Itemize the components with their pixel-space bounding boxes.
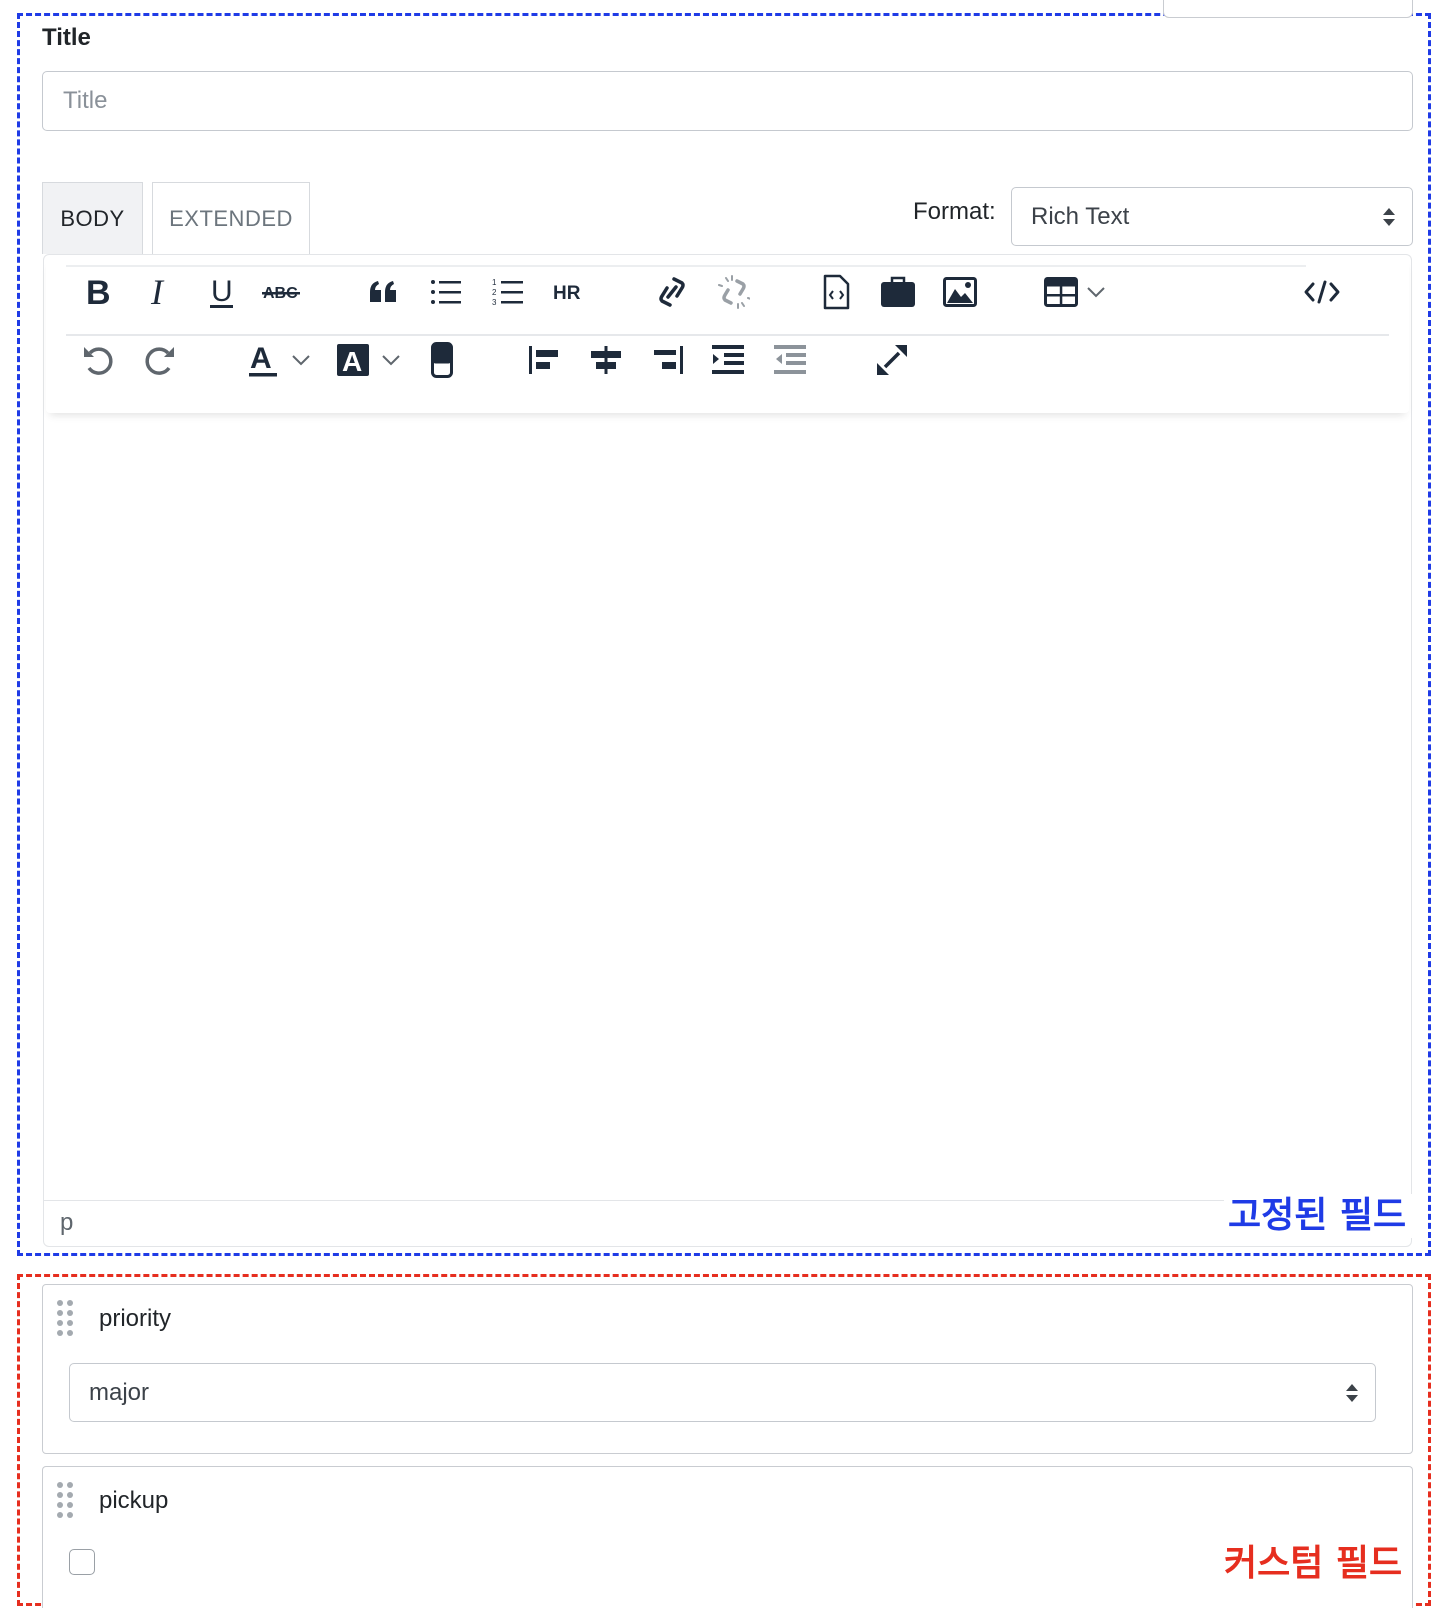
svg-text:3: 3 (492, 298, 497, 307)
align-left-icon (529, 346, 558, 374)
underline-icon: U (210, 275, 233, 308)
text-color-button[interactable]: A (240, 338, 318, 382)
svg-text:A: A (250, 342, 272, 375)
custom-field-pickup: pickup (42, 1466, 1413, 1608)
link-icon (659, 277, 685, 307)
tab-extended[interactable]: EXTENDED (152, 182, 310, 254)
drag-handle-icon[interactable] (55, 1481, 75, 1521)
svg-text:B: B (86, 276, 111, 308)
code-sample-icon (823, 274, 850, 310)
svg-text:U: U (211, 275, 233, 308)
title-label: Title (42, 24, 91, 51)
format-label: Format: (913, 198, 996, 225)
title-input[interactable] (42, 71, 1413, 131)
svg-text:1: 1 (492, 278, 497, 287)
bold-icon: B (86, 276, 111, 308)
undo-button[interactable] (76, 338, 120, 382)
rich-text-editor[interactable]: B I U ABC 123 HR A A p (43, 254, 1412, 1247)
background-color-button[interactable]: A (330, 338, 408, 382)
text-color-icon: A (249, 342, 277, 377)
align-left-button[interactable] (522, 338, 566, 382)
select-arrows-icon (1346, 1383, 1358, 1402)
fullscreen-icon (877, 345, 907, 375)
field-name-pickup: pickup (99, 1487, 169, 1514)
strikethrough-button[interactable]: ABC (260, 270, 304, 314)
toolbar-top-divider (66, 265, 1306, 267)
bullet-list-icon (431, 280, 461, 304)
media-button[interactable] (876, 270, 920, 314)
outdent-button[interactable] (768, 338, 812, 382)
svg-text:2: 2 (492, 288, 497, 297)
source-code-icon (1304, 280, 1340, 304)
chevron-down-icon (1087, 287, 1105, 298)
fixed-fields-annotation: 고정된 필드 (1224, 1194, 1413, 1238)
image-icon (943, 277, 977, 307)
unlink-button[interactable] (712, 270, 756, 314)
unlink-icon (718, 275, 750, 309)
editor-toolbar: B I U ABC 123 HR A A (46, 257, 1409, 413)
bullet-list-button[interactable] (424, 270, 468, 314)
drag-handle-icon[interactable] (55, 1299, 75, 1339)
redo-button[interactable] (138, 338, 182, 382)
italic-button[interactable]: I (138, 270, 182, 314)
italic-icon: I (150, 276, 165, 308)
table-button[interactable] (1040, 270, 1110, 314)
numbered-list-icon: 123 (492, 278, 523, 307)
anchor-button[interactable] (420, 338, 464, 382)
chevron-down-icon (382, 355, 400, 366)
undo-icon (84, 347, 113, 375)
editor-status-path: p (44, 1200, 1411, 1246)
code-sample-button[interactable] (814, 270, 858, 314)
toolbar-divider (66, 334, 1389, 336)
custom-field-priority: priority major (42, 1284, 1413, 1454)
align-center-icon (591, 346, 621, 374)
priority-select[interactable]: major (69, 1363, 1376, 1422)
svg-text:I: I (150, 276, 165, 308)
link-button[interactable] (650, 270, 694, 314)
format-select-value: Rich Text (1031, 202, 1130, 230)
select-arrows-icon (1383, 207, 1395, 226)
pickup-checkbox[interactable] (69, 1549, 95, 1575)
blockquote-icon (370, 281, 396, 302)
format-select[interactable]: Rich Text (1011, 187, 1413, 246)
chevron-down-icon (292, 355, 310, 366)
source-code-button[interactable] (1300, 270, 1344, 314)
underline-button[interactable]: U (200, 270, 244, 314)
svg-text:A: A (342, 346, 362, 377)
bold-button[interactable]: B (76, 270, 120, 314)
align-right-icon (654, 346, 683, 374)
fullscreen-button[interactable] (870, 338, 914, 382)
media-icon (881, 276, 915, 307)
blockquote-button[interactable] (362, 270, 406, 314)
outdent-icon (774, 345, 806, 374)
top-partial-button[interactable] (1163, 0, 1413, 18)
image-button[interactable] (938, 270, 982, 314)
field-name-priority: priority (99, 1305, 172, 1332)
indent-icon (712, 345, 744, 374)
align-right-button[interactable] (646, 338, 690, 382)
redo-icon (145, 347, 174, 375)
align-center-button[interactable] (584, 338, 628, 382)
svg-text:HR: HR (553, 283, 581, 304)
indent-button[interactable] (706, 338, 750, 382)
horizontal-rule-button[interactable]: HR (546, 270, 590, 314)
table-icon (1044, 277, 1078, 307)
priority-select-value: major (89, 1378, 150, 1406)
horizontal-rule-icon: HR (553, 283, 581, 304)
anchor-icon (431, 342, 453, 378)
strikethrough-icon: ABC (262, 285, 300, 302)
tab-body[interactable]: BODY (42, 182, 143, 254)
numbered-list-button[interactable]: 123 (486, 270, 530, 314)
custom-fields-annotation: 커스텀 필드 (1224, 1543, 1403, 1584)
background-color-icon: A (337, 344, 369, 377)
